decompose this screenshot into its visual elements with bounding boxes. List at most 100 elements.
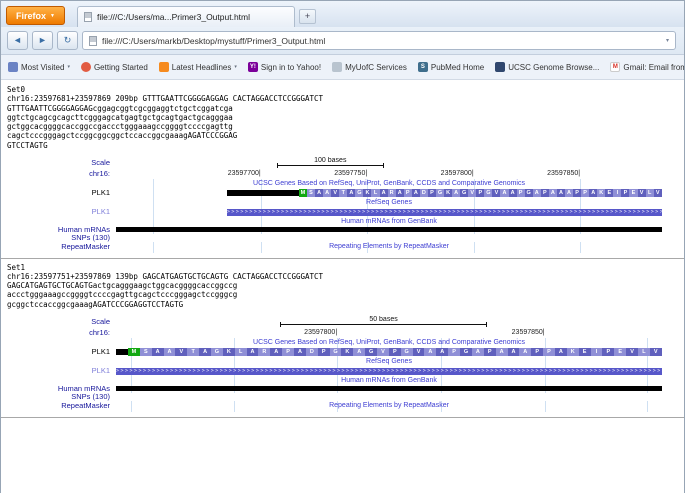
bookmark-getting-started[interactable]: Getting Started — [80, 62, 148, 72]
amino-acid-cell: S — [139, 348, 152, 357]
amino-acid-cell: V — [468, 189, 477, 198]
amino-acid-cell: K — [341, 348, 354, 357]
repeatmasker-label: RepeatMasker — [61, 242, 110, 252]
scale-ruler: 100 bases — [277, 157, 385, 169]
forward-button[interactable]: ► — [32, 31, 53, 50]
amino-acid-cell: G — [329, 348, 342, 357]
amino-acid-cell: A — [495, 348, 508, 357]
position-tick: 23597700| — [227, 170, 261, 178]
firefox-menu-label: Firefox — [16, 10, 47, 21]
title-track: RefSeq Genes — [116, 198, 662, 208]
tab-primer3-output[interactable]: file:///C:/Users/ma...Primer3_Output.htm… — [76, 6, 295, 27]
transcript-direction-bar: >>>>>>>>>>>>>>>>>>>>>>>>>>>>>>>>>>>>>>>>… — [226, 209, 662, 217]
amino-acid-cell: A — [508, 189, 517, 198]
gene-track: >>>>>>>>>>>>>>>>>>>>>>>>>>>>>>>>>>>>>>>>… — [116, 207, 662, 218]
amino-acid-cell: A — [315, 189, 324, 198]
position-track: 23597800| 23597850| — [116, 328, 662, 338]
forward-icon: ► — [38, 35, 47, 45]
gmail-icon: M — [610, 62, 621, 72]
amino-acid-cell: V — [626, 348, 638, 357]
bookmark-gmail[interactable]: M Gmail: Email from Goo... — [610, 62, 684, 72]
scale-value: 50 bases — [369, 316, 398, 324]
sequence-line: gctggcacggggcaccggccgaccctgggaaagccggggt… — [7, 122, 233, 132]
bookmark-label: Gmail: Email from Goo... — [623, 62, 684, 72]
amino-acid-cell: L — [371, 189, 380, 198]
amino-acid-cell: K — [597, 189, 606, 198]
refseq-gene-track: PLK1 >>>>>>>>>>>>>>>>>>>>>>>>>>>>>>>>>>>… — [4, 207, 662, 218]
chromosome-label: chr16: — [89, 169, 110, 179]
ucsc-gene-track: PLK1 MSAAVTAGKLARAPADPGKAGVPGVAAPGAPAAAP… — [4, 188, 662, 199]
amino-acid-cell: T — [187, 348, 200, 357]
gene-track: >>>>>>>>>>>>>>>>>>>>>>>>>>>>>>>>>>>>>>>>… — [116, 366, 662, 377]
scale-line — [279, 322, 488, 328]
amino-acid-cell: P — [543, 348, 555, 357]
set0-text-block: Set0 chr16:23597681+23597869 209bp GTTTG… — [7, 85, 684, 150]
sequence-line: cagctcccgggagctccggcggcggctccaccggcgaaag… — [7, 131, 238, 141]
title-track: Human mRNAs from GenBank — [116, 376, 662, 386]
amino-acid-cell: V — [637, 189, 646, 198]
transcript-direction-bar: >>>>>>>>>>>>>>>>>>>>>>>>>>>>>>>>>>>>>>>>… — [116, 368, 662, 376]
track-title-row: UCSC Genes Based on RefSeq, UniProt, Gen… — [4, 338, 662, 348]
amino-acid-cell: P — [483, 348, 496, 357]
amino-acid-cell: P — [531, 348, 544, 357]
bookmark-ucsc[interactable]: UCSC Genome Browse... — [495, 62, 599, 72]
amino-acid-cell: A — [548, 189, 557, 198]
amino-acid-cell: A — [294, 348, 306, 357]
set-divider — [1, 257, 684, 259]
grid-guideline — [153, 207, 155, 218]
yahoo-icon: Y! — [247, 62, 258, 72]
chevron-down-icon[interactable]: ▾ — [666, 37, 669, 44]
most-visited-icon — [8, 62, 18, 72]
bookmark-pubmed[interactable]: S PubMed Home — [417, 62, 484, 72]
bookmark-most-visited[interactable]: Most Visited ▾ — [8, 62, 70, 72]
url-bar[interactable]: file:///C:/Users/markb/Desktop/mystuff/P… — [82, 31, 676, 50]
refseq-genes-title: RefSeq Genes — [366, 199, 412, 207]
scale-row: Scale 100 bases — [4, 157, 662, 169]
amino-acid-cell: I — [590, 348, 603, 357]
firefox-menu-button[interactable]: Firefox ▼ — [6, 6, 65, 25]
ucsc-genes-title: UCSC Genes Based on RefSeq, UniProt, Gen… — [253, 339, 525, 347]
bookmark-label: Latest Headlines — [171, 62, 232, 72]
ucsc-browser-image-set1: Scale 50 bases chr16: 23597800| 23597850… — [4, 316, 662, 412]
bookmarks-bar: Most Visited ▾ Getting Started Latest He… — [1, 55, 684, 80]
position-tick: 23597850| — [511, 329, 545, 337]
sequence-line: GTTTGAATTCGGGGAGGAGcggagcggtcgcggaggtctg… — [7, 103, 233, 113]
new-tab-button[interactable]: + — [298, 9, 316, 24]
ucsc-browser-image-set0: Scale 100 bases chr16: 23597700| 2359775… — [4, 157, 662, 253]
gene-label: PLK1 — [91, 188, 110, 198]
amino-acid-cell: E — [578, 348, 591, 357]
amino-acid-cell: P — [388, 348, 401, 357]
amino-acid-cell: P — [516, 189, 525, 198]
amino-acid-cell: A — [395, 189, 404, 198]
bookmark-yahoo[interactable]: Y! Sign in to Yahoo! — [247, 62, 321, 72]
scale-track: 100 bases — [116, 157, 662, 169]
amino-acid-cell: P — [540, 189, 549, 198]
bookmark-latest-headlines[interactable]: Latest Headlines ▾ — [158, 62, 237, 72]
title-track: Repeating Elements by RepeatMasker — [116, 241, 662, 253]
amino-acid-cell: P — [317, 348, 330, 357]
scale-label: Scale — [91, 317, 110, 327]
amino-acid-cell: A — [379, 189, 388, 198]
amino-acid-band: MSAAVTAGKLARAPADPGKAGVPGVAAPGAPAAAPPAKEI… — [298, 189, 662, 198]
amino-acid-cell: A — [554, 348, 567, 357]
title-track: UCSC Genes Based on RefSeq, UniProt, Gen… — [116, 338, 662, 348]
bookmark-myuofc[interactable]: MyUofC Services — [332, 62, 407, 72]
amino-acid-cell: V — [175, 348, 188, 357]
amino-acid-cell: E — [605, 189, 614, 198]
mrna-track — [116, 385, 662, 394]
amino-acid-cell: A — [556, 189, 565, 198]
repeatmasker-title: Repeating Elements by RepeatMasker — [329, 242, 449, 250]
back-button[interactable]: ◄ — [7, 31, 28, 50]
page-icon — [89, 35, 97, 46]
ucsc-icon — [495, 62, 506, 72]
url-text: file:///C:/Users/markb/Desktop/mystuff/P… — [102, 35, 326, 46]
snp-label: SNPs (130) — [71, 392, 110, 402]
amino-acid-cell: S — [306, 189, 316, 198]
gene-label: PLK1 — [91, 347, 110, 357]
exon-bar — [116, 349, 128, 356]
amino-acid-cell: P — [427, 189, 436, 198]
amino-acid-cell: A — [424, 348, 437, 357]
reload-button[interactable]: ↻ — [57, 31, 78, 50]
amino-acid-cell: A — [519, 348, 532, 357]
set-header: chr16:23597751+23597869 139bp GAGCATGAGT… — [7, 271, 324, 281]
